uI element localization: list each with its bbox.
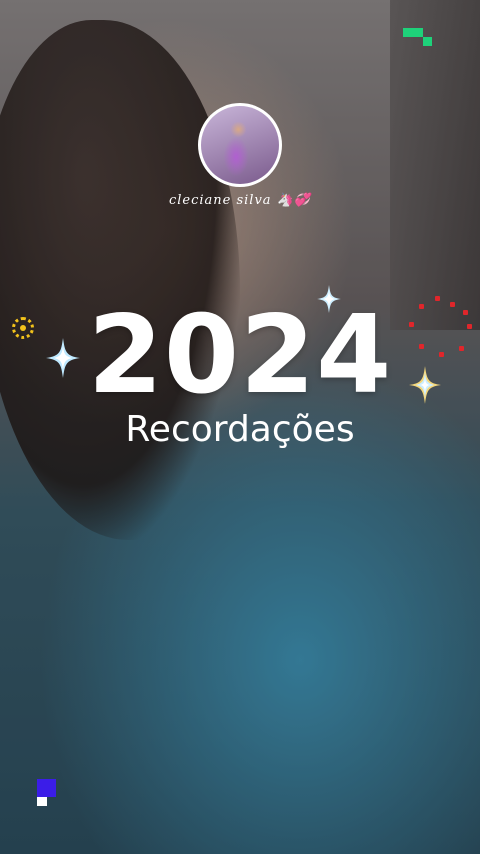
profile-username[interactable]: cleciane silva 🦄💞 [0,193,480,208]
avatar-image [201,106,279,184]
story-screen: cleciane silva 🦄💞 2024 Recordações [0,0,480,854]
year-title: 2024 [87,293,393,418]
memories-subtitle: Recordações [125,409,355,450]
indigo-pixel-decoration [37,779,56,797]
white-pixel-decoration [37,797,47,806]
profile-avatar[interactable] [198,103,282,187]
green-pixel-decoration [403,28,423,37]
green-pixel-decoration [423,37,432,46]
